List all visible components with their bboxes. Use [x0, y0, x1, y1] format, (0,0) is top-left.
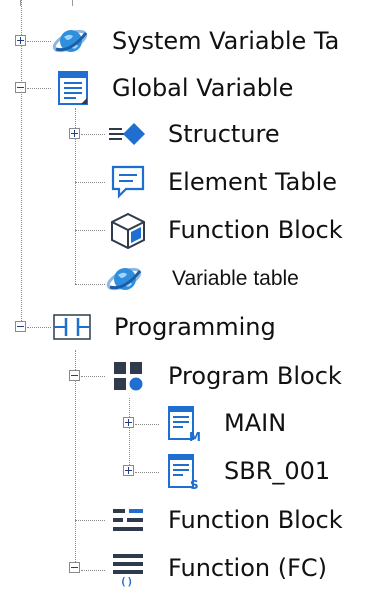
expand-toggle[interactable]: [69, 128, 80, 139]
expand-toggle[interactable]: [123, 465, 134, 476]
tree-node-programming[interactable]: Programming: [0, 304, 371, 350]
tree-node-global-variable[interactable]: Global Variable: [0, 65, 371, 111]
expand-toggle[interactable]: [123, 417, 134, 428]
node-label: Variable table: [172, 267, 299, 290]
collapse-toggle[interactable]: [15, 82, 26, 93]
speech-bubble-icon: [108, 162, 148, 202]
collapse-toggle[interactable]: [15, 321, 26, 332]
node-label: Function Block: [168, 216, 343, 244]
node-label: System Variable Ta: [112, 27, 340, 55]
expand-toggle[interactable]: [15, 35, 26, 46]
grid-blocks-icon: [108, 356, 148, 396]
ladder-contact-icon: [52, 307, 92, 347]
node-label: Programming: [114, 313, 276, 341]
tree-node-variable-table[interactable]: Variable table: [0, 256, 371, 302]
program-file-s-icon: S: [162, 451, 202, 491]
icon-glyph: M: [189, 430, 201, 443]
project-tree: System Variable Ta Global Variable Struc…: [0, 0, 371, 595]
node-label: SBR_001: [224, 457, 331, 485]
icon-glyph: (): [120, 575, 133, 588]
document-icon: [54, 68, 94, 108]
node-label: MAIN: [224, 409, 287, 437]
tree-node-element-table[interactable]: Element Table: [0, 159, 371, 205]
tree-node-sbr-001[interactable]: S SBR_001: [0, 448, 371, 494]
icon-glyph: S: [190, 478, 199, 491]
function-block-icon: [108, 500, 148, 540]
globe-icon: [104, 259, 144, 299]
tree-node-function-block-type[interactable]: Function Block: [0, 207, 371, 253]
tree-node-function-block[interactable]: Function Block: [0, 497, 371, 543]
tree-line: [72, 0, 73, 6]
globe-icon: [50, 21, 90, 61]
collapse-toggle[interactable]: [69, 370, 80, 381]
node-label: Global Variable: [112, 74, 294, 102]
cube-icon: [108, 210, 148, 250]
tree-node-main[interactable]: M MAIN: [0, 400, 371, 446]
node-label: Structure: [168, 120, 280, 148]
tree-node-system-variable-table[interactable]: System Variable Ta: [0, 18, 371, 64]
structure-icon: [106, 114, 146, 154]
program-file-m-icon: M: [162, 403, 202, 443]
collapse-toggle[interactable]: [69, 562, 80, 573]
tree-node-structure[interactable]: Structure: [0, 111, 371, 157]
node-label: Function (FC): [168, 554, 327, 582]
node-label: Function Block: [168, 506, 343, 534]
node-label: Element Table: [168, 168, 338, 196]
tree-node-program-block[interactable]: Program Block: [0, 353, 371, 399]
function-icon: (): [108, 548, 148, 588]
tree-node-function-fc[interactable]: () Function (FC): [0, 545, 371, 591]
node-label: Program Block: [168, 362, 342, 390]
